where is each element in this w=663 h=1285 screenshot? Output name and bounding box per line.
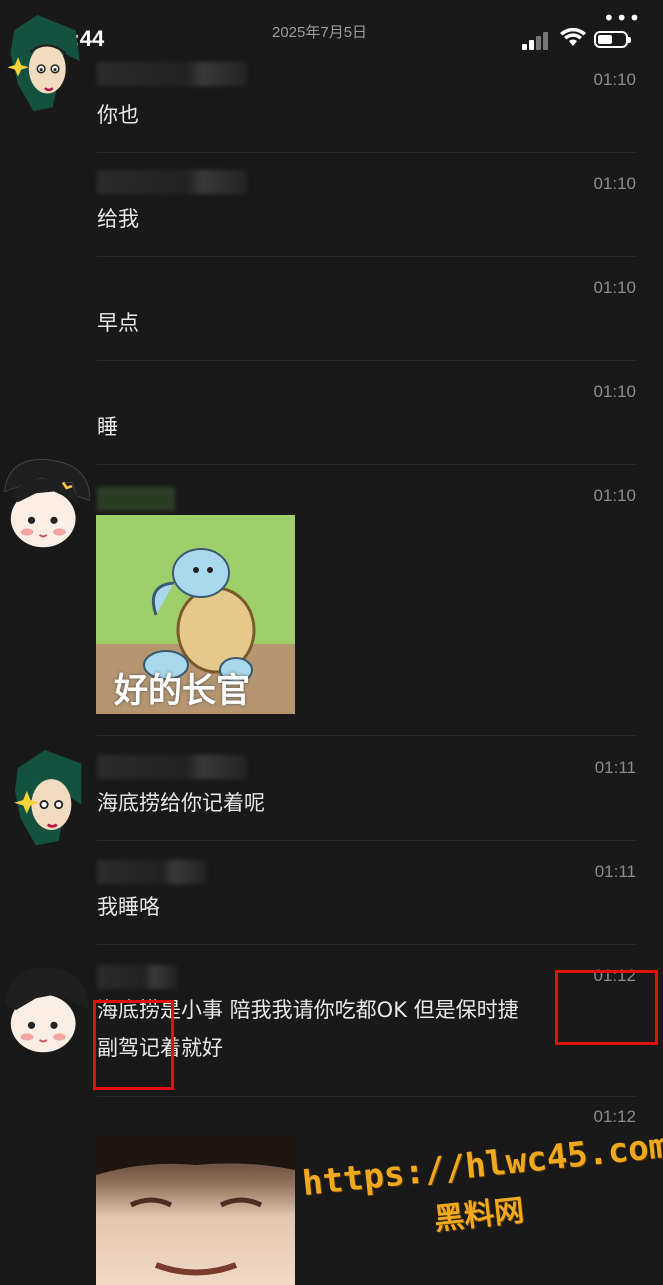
sender-name-blurred [97, 170, 247, 194]
message-time: 01:12 [593, 1107, 636, 1126]
message-text[interactable]: 我睡咯 [97, 887, 160, 927]
wifi-icon [560, 28, 586, 46]
message-time: 01:11 [594, 758, 636, 777]
avatar-user-a[interactable] [0, 750, 90, 850]
divider [97, 1096, 637, 1097]
message-time: 01:10 [593, 174, 636, 193]
sticker-image[interactable]: 好的长官 [96, 515, 295, 714]
red-highlight-box [93, 1000, 174, 1090]
message-time: 01:10 [593, 486, 636, 505]
message-text[interactable]: 海底捞给你记着呢 [97, 783, 265, 823]
message-text[interactable]: 早点 [97, 303, 139, 343]
cellular-signal-icon [522, 30, 552, 50]
message-time: 01:10 [593, 382, 636, 401]
sender-name-blurred [97, 965, 177, 989]
avatar-user-b[interactable] [0, 960, 90, 1060]
chat-date: 2025年7月5日 [272, 24, 368, 41]
sender-name-blurred [97, 860, 207, 884]
divider [97, 152, 637, 153]
divider [97, 735, 637, 736]
more-options-icon[interactable]: ••• [603, 6, 641, 30]
message-time: 01:10 [593, 278, 636, 297]
red-highlight-box [555, 970, 658, 1045]
message-time: 01:11 [594, 862, 636, 881]
avatar-user-b[interactable] [0, 455, 90, 555]
avatar-user-a[interactable] [0, 15, 90, 115]
sticker-caption: 好的长官 [114, 671, 250, 711]
sender-name-blurred [97, 755, 247, 779]
divider [97, 256, 637, 257]
message-text[interactable]: 你也 [97, 95, 139, 135]
battery-icon [594, 31, 631, 48]
message-text[interactable]: 睡 [97, 407, 118, 447]
status-bar: 16:44 2025年7月5日 ••• [0, 0, 663, 60]
message-text[interactable]: 给我 [97, 199, 139, 239]
divider [97, 944, 637, 945]
face-photo-icon [96, 1135, 295, 1276]
sender-name-blurred [97, 62, 247, 86]
divider [97, 360, 637, 361]
sender-name-blurred [97, 487, 175, 511]
divider [97, 840, 637, 841]
selfie-photo[interactable] [96, 1135, 295, 1285]
message-time: 01:10 [593, 70, 636, 89]
divider [97, 464, 637, 465]
watermark: https://hlwc45.com 黑料网 [300, 1126, 663, 1252]
